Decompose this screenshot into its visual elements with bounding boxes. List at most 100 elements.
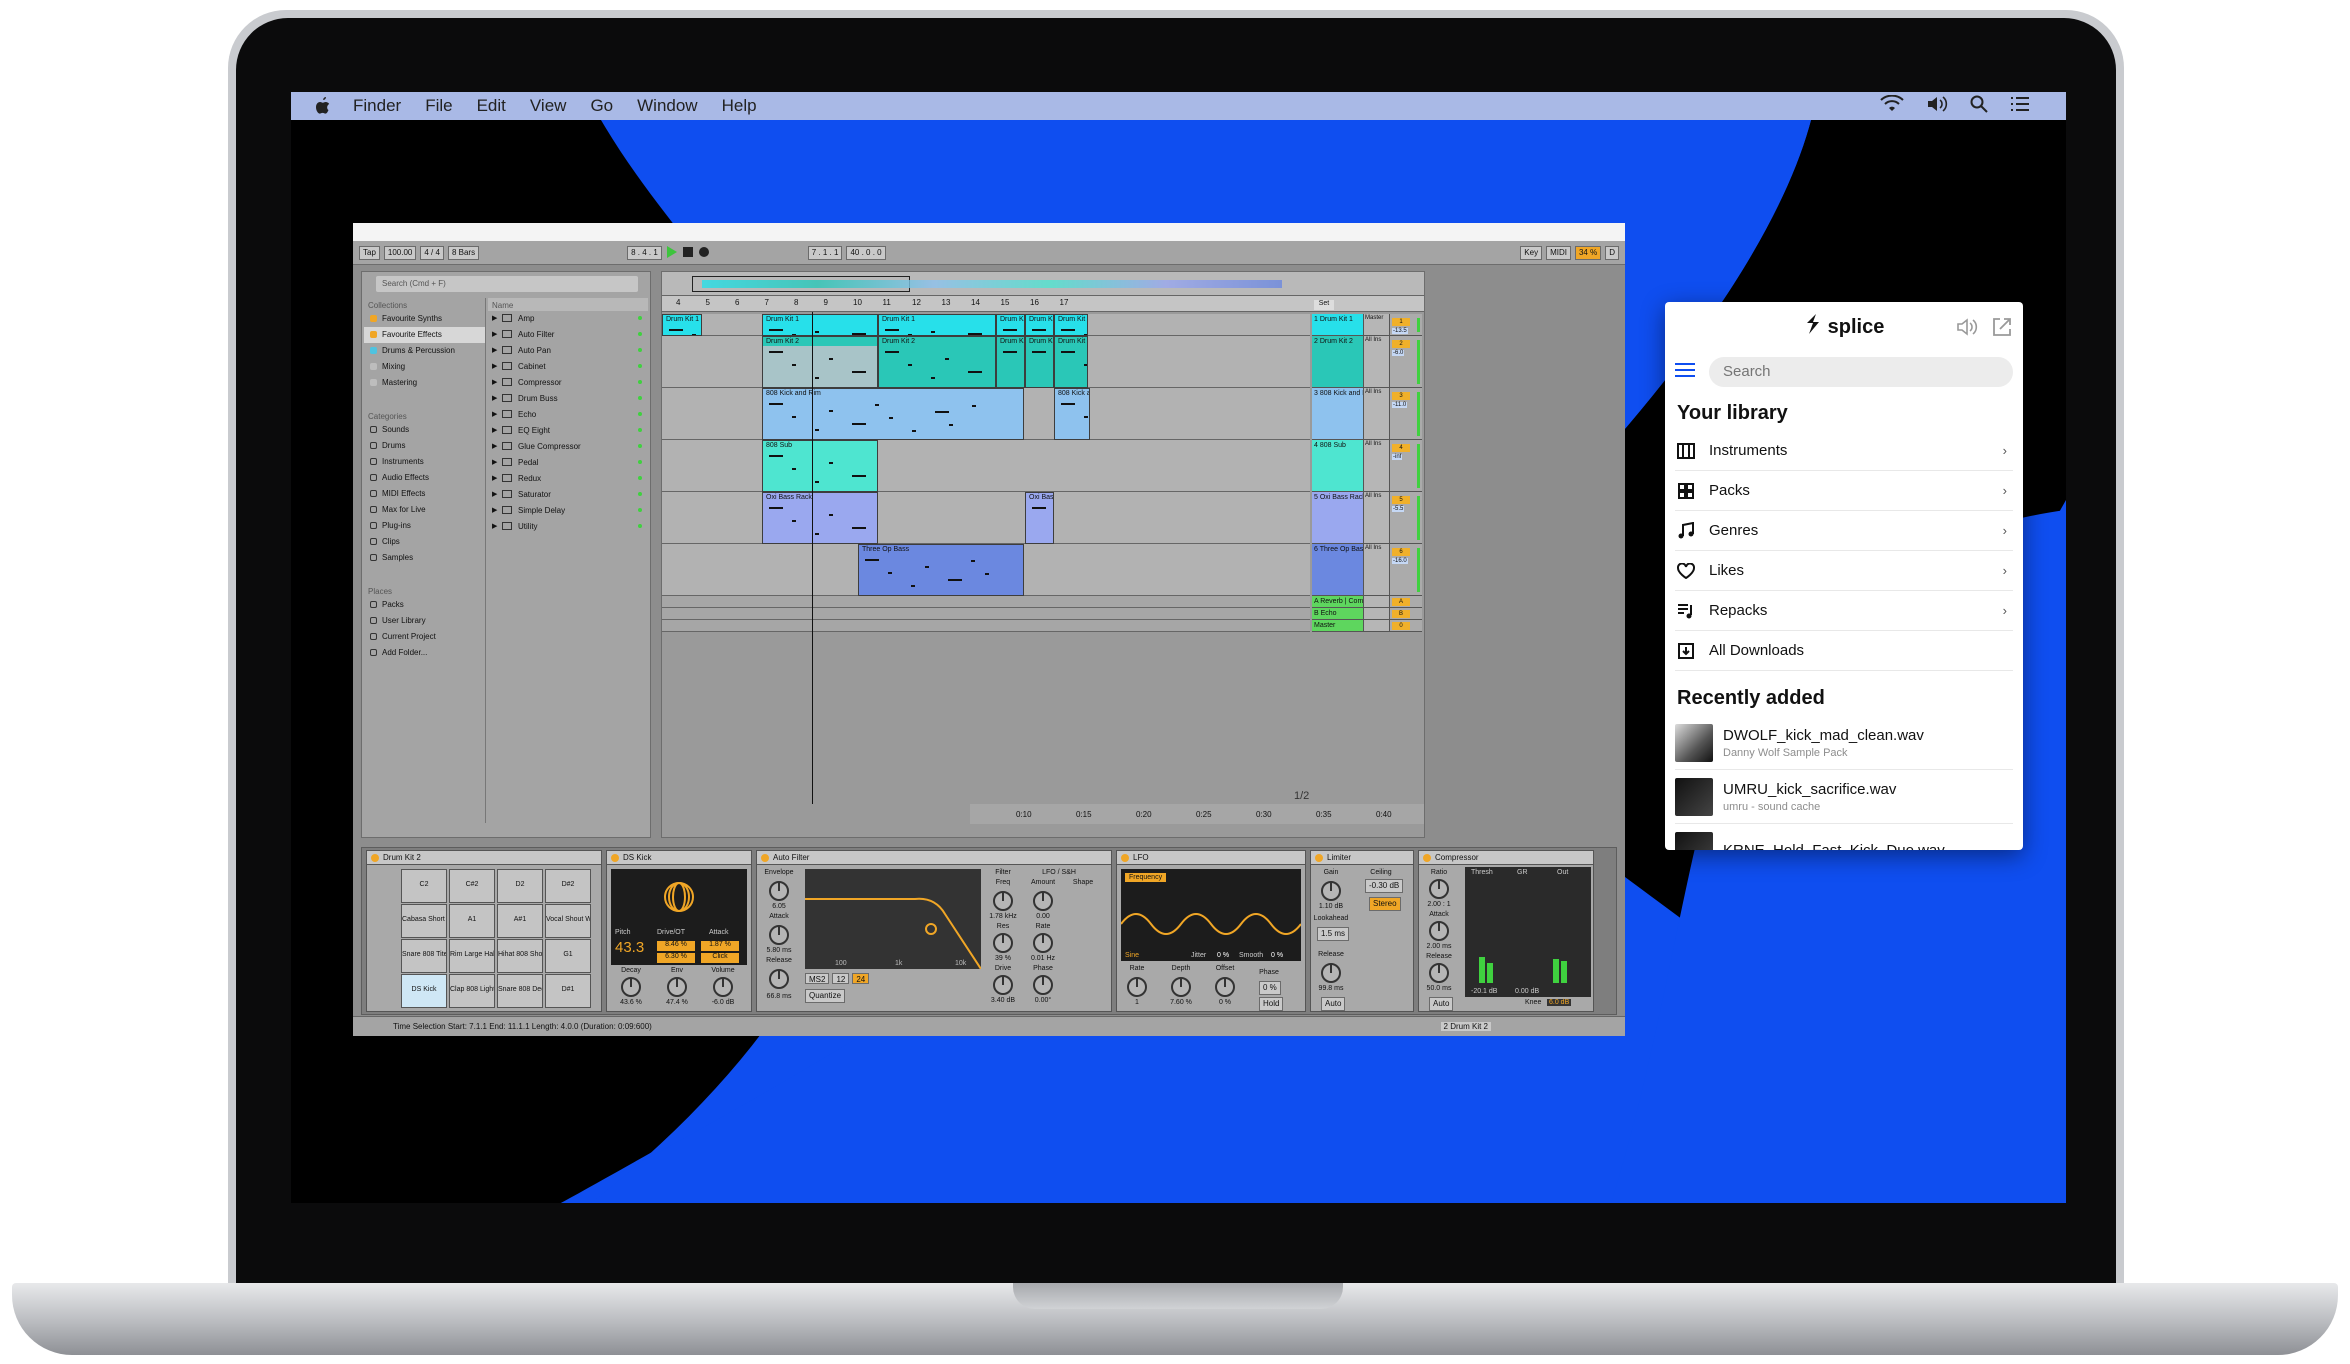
clip[interactable]: Drum Kit 1 [662, 314, 702, 336]
comp-attack-knob[interactable] [1429, 921, 1449, 941]
lfo-display[interactable]: Frequency Sine Jitter 0 % Smooth 0 % [1121, 869, 1301, 961]
comp-out-value[interactable]: 6.0 dB [1547, 999, 1571, 1006]
category-item[interactable]: Instruments [364, 454, 485, 470]
track-routing[interactable]: All Ins [1364, 544, 1390, 595]
lim-lookahead-select[interactable]: 1.5 ms [1317, 927, 1349, 941]
lfo-title[interactable]: LFO [1117, 851, 1305, 865]
track-header[interactable]: 6 Three Op BassAll Ins6-16.0 [1312, 544, 1422, 596]
expand-arrow-icon[interactable]: ▶ [492, 377, 497, 389]
clip[interactable]: Oxi Bass R [1025, 492, 1054, 544]
af-attack-knob[interactable] [769, 925, 789, 945]
preview-volume-icon[interactable] [1955, 316, 1979, 343]
menu-go[interactable]: Go [590, 96, 613, 116]
stop-icon[interactable] [682, 246, 694, 260]
collection-item[interactable]: Favourite Synths [364, 311, 485, 327]
menu-edit[interactable]: Edit [477, 96, 506, 116]
effect-item[interactable]: ▶Auto Filter [488, 327, 648, 343]
expand-arrow-icon[interactable]: ▶ [492, 345, 497, 357]
category-item[interactable]: Plug-ins [364, 518, 485, 534]
time-signature-field[interactable]: 4 / 4 [420, 246, 444, 260]
clip[interactable]: 808 Kick and [1054, 388, 1090, 440]
clip[interactable]: Drum Kit 2 [878, 336, 996, 388]
arrangement-lane[interactable] [662, 440, 1310, 492]
return-lane[interactable] [662, 608, 1310, 620]
track-activator-button[interactable]: 4 [1392, 444, 1410, 452]
clip[interactable]: Drum Kit 2 [996, 336, 1025, 388]
routing-select[interactable]: All Ins [1364, 440, 1389, 448]
drum-pad[interactable]: G1 [545, 939, 591, 973]
return-lane[interactable] [662, 620, 1310, 632]
overview-bar[interactable] [662, 272, 1425, 296]
track-name[interactable]: 4 808 Sub [1312, 440, 1364, 491]
collection-item[interactable]: Mixing [364, 359, 485, 375]
return-activator-button[interactable]: B [1392, 610, 1410, 618]
track-volume-value[interactable]: -11.0 [1392, 402, 1407, 408]
return-routing[interactable] [1364, 608, 1390, 619]
lim-auto-button[interactable]: Auto [1321, 997, 1345, 1011]
lfo-phase-value[interactable]: 0 % [1259, 981, 1281, 995]
record-icon[interactable] [698, 246, 710, 260]
category-item[interactable]: MIDI Effects [364, 486, 485, 502]
drum-pad[interactable]: D2 [497, 869, 543, 903]
track-routing[interactable]: All Ins [1364, 492, 1390, 543]
drum-pad[interactable]: Snare 808 Tite [401, 939, 447, 973]
midi-map-button[interactable]: MIDI [1546, 246, 1571, 260]
track-routing[interactable]: All Ins [1364, 336, 1390, 387]
track-name[interactable]: 2 Drum Kit 2 [1312, 336, 1364, 387]
comp-auto-button[interactable]: Auto [1429, 997, 1453, 1011]
lfo-jitter-value[interactable]: 0 % [1217, 952, 1229, 959]
open-external-icon[interactable] [1991, 316, 2013, 343]
slope-12-button[interactable]: 12 [832, 973, 849, 984]
expand-arrow-icon[interactable]: ▶ [492, 313, 497, 325]
wifi-icon[interactable] [1880, 95, 1904, 118]
lfo-depth-knob[interactable] [1171, 977, 1191, 997]
expand-arrow-icon[interactable]: ▶ [492, 393, 497, 405]
slope-24-button[interactable]: 24 [852, 973, 869, 984]
lim-release-knob[interactable] [1321, 963, 1341, 983]
menu-window[interactable]: Window [637, 96, 697, 116]
menu-file[interactable]: File [425, 96, 452, 116]
return-routing[interactable] [1364, 620, 1390, 631]
return-track-name[interactable]: A Reverb | Compressor [1312, 596, 1364, 607]
routing-select[interactable]: All Ins [1364, 388, 1389, 396]
filter-type-ms2[interactable]: MS2 [805, 973, 829, 984]
library-item-all-downloads[interactable]: All Downloads [1675, 631, 2013, 671]
af-res-knob[interactable] [993, 933, 1013, 953]
comp-release-knob[interactable] [1429, 963, 1449, 983]
lfo-offset-knob[interactable] [1215, 977, 1235, 997]
drum-pad[interactable]: D#1 [545, 974, 591, 1008]
key-map-button[interactable]: Key [1520, 246, 1542, 260]
library-item-repacks[interactable]: Repacks› [1675, 591, 2013, 631]
expand-arrow-icon[interactable]: ▶ [492, 329, 497, 341]
af-freq-knob[interactable] [993, 891, 1013, 911]
routing-select[interactable]: All Ins [1364, 544, 1389, 552]
set-button[interactable]: Set [1314, 300, 1334, 310]
clip[interactable]: 808 Kick and Rim [762, 388, 1024, 440]
place-item[interactable]: Packs [364, 597, 485, 613]
drum-pad[interactable]: Hihat 808 Short [497, 939, 543, 973]
name-column-header[interactable]: Name [488, 298, 648, 311]
ds-attack-value[interactable]: 1.87 % [701, 941, 739, 951]
lim-gain-knob[interactable] [1321, 881, 1341, 901]
category-item[interactable]: Max for Live [364, 502, 485, 518]
expand-arrow-icon[interactable]: ▶ [492, 441, 497, 453]
playhead[interactable] [812, 312, 813, 804]
place-item[interactable]: User Library [364, 613, 485, 629]
expand-arrow-icon[interactable]: ▶ [492, 409, 497, 421]
category-item[interactable]: Audio Effects [364, 470, 485, 486]
track-name[interactable]: 3 808 Kick and Rim [1312, 388, 1364, 439]
track-header[interactable]: 4 808 SubAll Ins4-inf [1312, 440, 1422, 492]
effect-item[interactable]: ▶Glue Compressor [488, 439, 648, 455]
track-volume-value[interactable]: -5.5 [1392, 506, 1404, 512]
return-lane[interactable] [662, 596, 1310, 608]
effect-item[interactable]: ▶Saturator [488, 487, 648, 503]
auto-filter-title[interactable]: Auto Filter [757, 851, 1111, 865]
limiter-title[interactable]: Limiter [1311, 851, 1413, 865]
clip[interactable]: Drum Kit 1 [1025, 314, 1054, 336]
arrangement-position-field[interactable]: 8 . 4 . 1 [627, 246, 662, 260]
return-activator-button[interactable]: 0 [1392, 622, 1410, 630]
expand-arrow-icon[interactable]: ▶ [492, 489, 497, 501]
routing-select[interactable]: All Ins [1364, 336, 1389, 344]
place-item[interactable]: Add Folder... [364, 645, 485, 661]
effect-item[interactable]: ▶Cabinet [488, 359, 648, 375]
